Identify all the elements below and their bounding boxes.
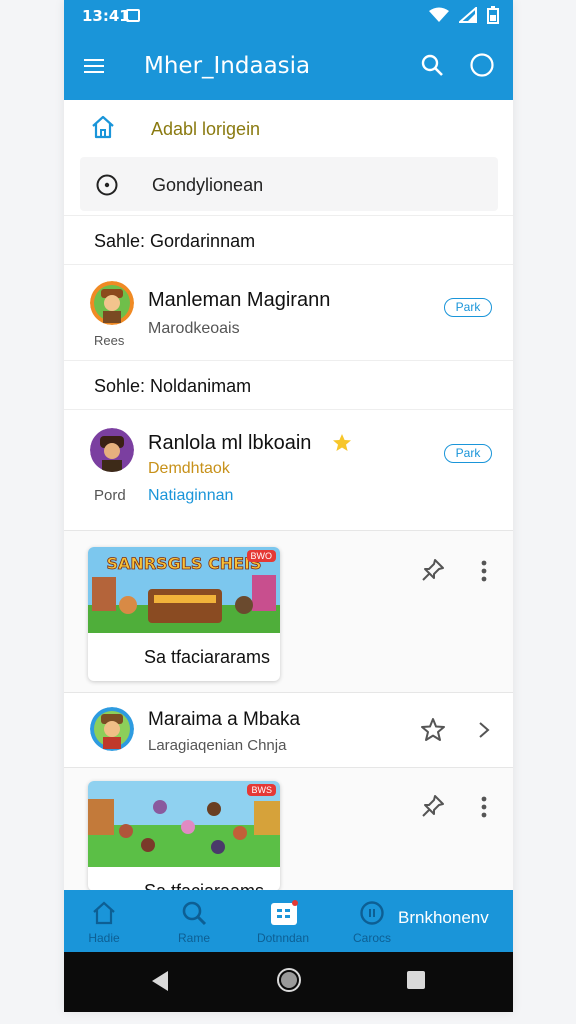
list-item-title: Maraima a Mbaka <box>148 709 301 730</box>
user-subtitle: Marodkeoais <box>148 320 240 337</box>
star-icon <box>333 434 351 451</box>
section-header: Sohle: Noldanimam <box>64 360 513 410</box>
wifi-icon <box>429 7 449 22</box>
image-notification-icon <box>126 9 140 22</box>
section-header-label: Sahle: Gordarinnam <box>94 231 256 251</box>
home-icon <box>93 901 115 925</box>
back-icon[interactable] <box>150 970 170 992</box>
nav-item-label: Dotnndan <box>256 931 310 945</box>
nav-item-label: Hadie <box>88 931 120 945</box>
section-header-label: Sohle: Noldanimam <box>94 376 252 396</box>
chevron-right-icon[interactable] <box>478 721 490 739</box>
more-options-icon[interactable] <box>480 559 488 583</box>
search-row-label: Gondylionean <box>152 175 264 195</box>
park-button[interactable]: Park <box>444 298 492 317</box>
app-bar: Mher_Indaasia <box>64 32 513 100</box>
user-small-label: Pord <box>94 487 126 504</box>
game-card[interactable]: BWS Sa tfaciaraams <box>88 781 280 891</box>
system-navigation-bar <box>64 952 513 1012</box>
nav-item-label: Rame <box>177 931 210 945</box>
game-card[interactable]: SANRSGLS CHEIS BWO Sa tfaciararams <box>88 547 280 681</box>
status-icons <box>429 6 499 24</box>
status-bar: 13:41 <box>64 0 513 32</box>
pin-icon[interactable] <box>420 793 446 819</box>
user-item[interactable]: Ranlola ml lbkoain Demdhtaok Pord Natiag… <box>64 412 513 530</box>
search-icon[interactable] <box>420 53 444 77</box>
app-title: Mher_Indaasia <box>144 53 311 79</box>
section-header: Sahle: Gordarinnam <box>64 215 513 265</box>
park-button[interactable]: Park <box>444 444 492 463</box>
target-icon <box>96 174 118 196</box>
card-caption: Sa tfaciararams <box>144 647 271 667</box>
star-outline-icon[interactable] <box>420 717 446 743</box>
nav-item-home[interactable]: Hadie <box>64 890 144 952</box>
list-item-subtitle: Laragiaqenian Chnja <box>148 737 287 754</box>
nav-active-label[interactable]: Brnkhonenv <box>398 908 489 928</box>
card-caption: Sa tfaciaraams <box>144 881 265 891</box>
search-row[interactable]: Gondylionean <box>80 157 498 211</box>
card-banner-text: SANRSGLS CHEIS <box>106 554 261 573</box>
nav-item-label: Carocs <box>352 931 391 945</box>
profile-circle-icon[interactable] <box>469 52 495 78</box>
avatar <box>90 281 134 325</box>
avatar <box>90 428 134 472</box>
home-row[interactable]: Adabl lorigein <box>64 100 513 156</box>
nav-item-grid[interactable]: Dotnndan <box>243 890 323 952</box>
user-name: Manleman Magirann <box>148 289 331 311</box>
user-link[interactable]: Natiaginnan <box>148 487 233 505</box>
more-options-icon[interactable] <box>480 795 488 819</box>
user-item[interactable]: Manleman Magirann Marodkeoais Rees Park <box>64 267 513 357</box>
signal-icon <box>459 7 477 23</box>
user-small-label: Rees <box>94 333 125 348</box>
card-badge: BWO <box>246 550 276 562</box>
bottom-navigation: Hadie Rame Dotnndan Carocs Brnkhonenv <box>64 890 513 952</box>
menu-icon[interactable] <box>82 54 106 78</box>
home-icon <box>92 115 114 139</box>
main-content: Adabl lorigein Gondylionean Sahle: Gorda… <box>64 100 513 891</box>
card-badge: BWS <box>247 784 276 796</box>
search-icon <box>182 901 207 926</box>
phone-screen: 13:41 Mher_Indaasia Adabl lorigein Gondy… <box>64 0 513 1012</box>
pin-icon[interactable] <box>420 557 446 583</box>
avatar <box>90 707 134 751</box>
user-name: Ranlola ml lbkoain <box>148 432 312 454</box>
home-button-icon[interactable] <box>276 967 302 993</box>
user-subtitle: Demdhtaok <box>148 460 230 477</box>
grid-icon <box>271 900 298 925</box>
list-item[interactable]: Maraima a Mbaka Laragiaqenian Chnja <box>64 692 513 768</box>
circle-icon <box>360 901 384 925</box>
home-row-label: Adabl lorigein <box>151 119 261 139</box>
recents-icon[interactable] <box>406 970 426 990</box>
status-time: 13:41 <box>82 7 130 25</box>
nav-item-search[interactable]: Rame <box>154 890 234 952</box>
battery-icon <box>487 6 499 24</box>
